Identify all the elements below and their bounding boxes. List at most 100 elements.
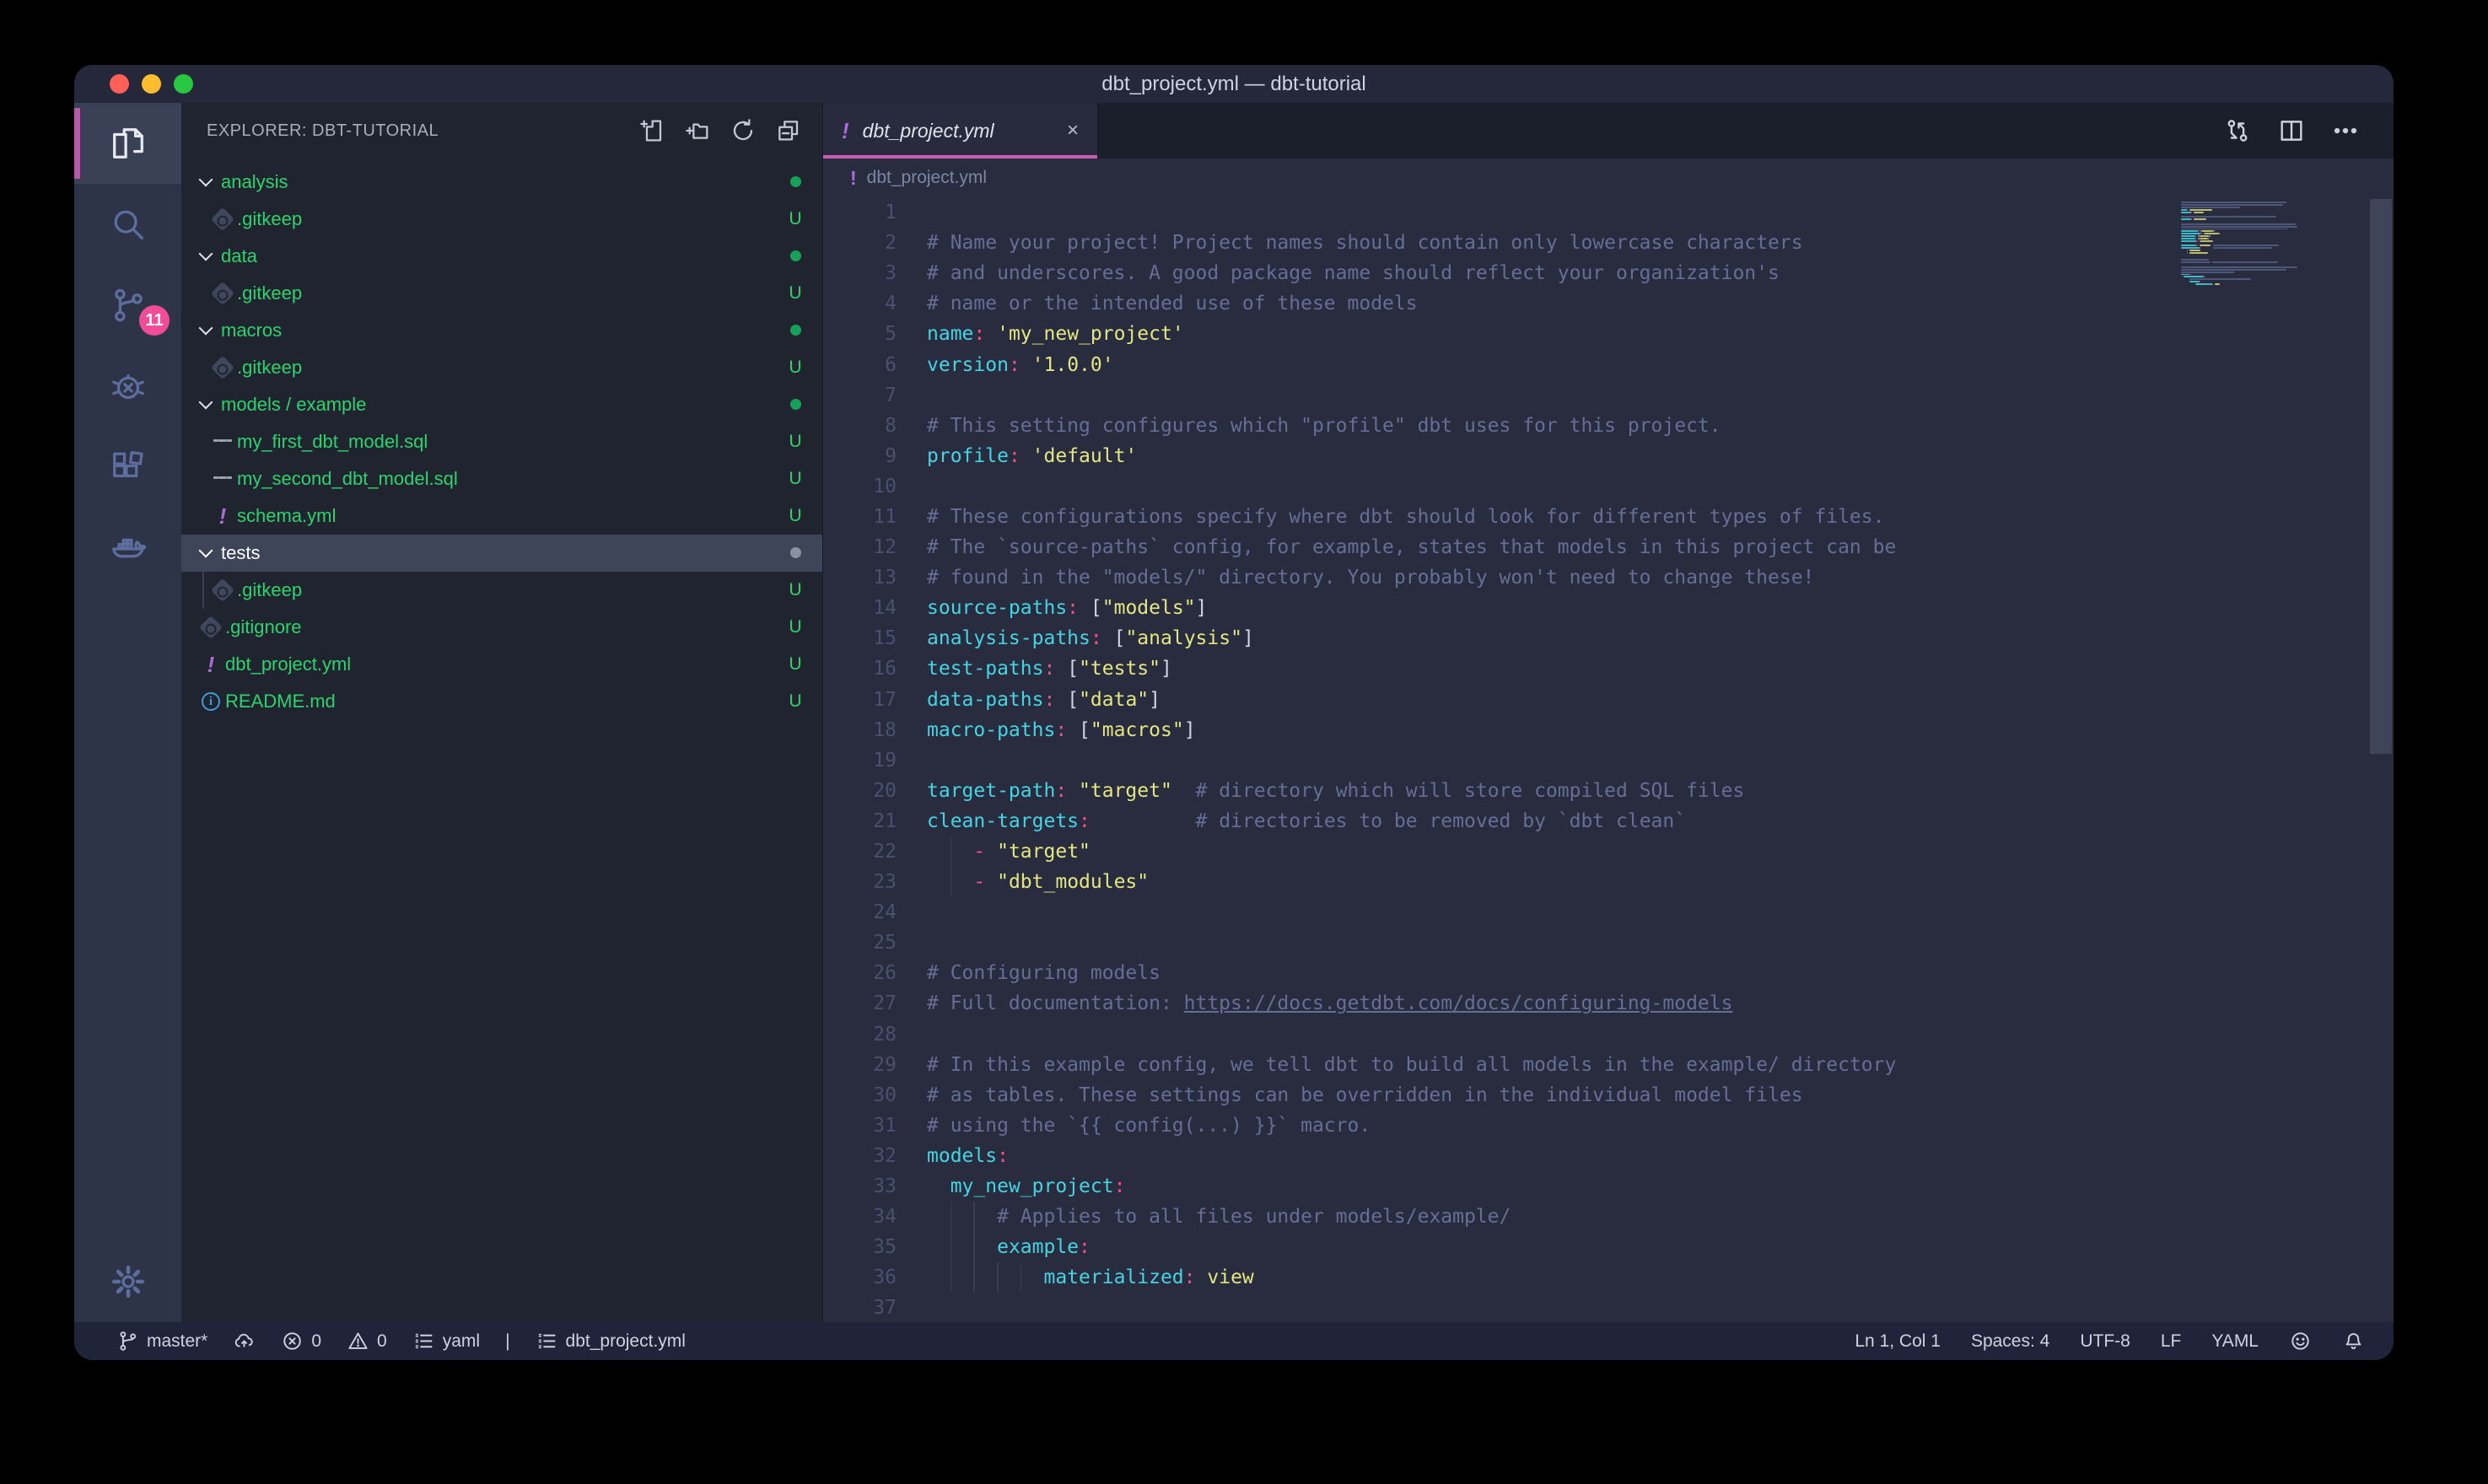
git-untracked-badge: U	[785, 617, 805, 637]
code-line[interactable]: 31# using the `{{ config(...) }}` macro.	[823, 1110, 2174, 1141]
code-line[interactable]: 26# Configuring models	[823, 958, 2174, 988]
indent-guide	[973, 1262, 975, 1293]
code-line[interactable]: 10	[823, 471, 2174, 502]
tree-folder-data[interactable]: data	[181, 238, 822, 275]
minimap[interactable]	[2181, 199, 2365, 288]
status-utf-8[interactable]: UTF-8	[2080, 1331, 2130, 1352]
tree-file--gitignore[interactable]: .gitignoreU	[181, 609, 822, 646]
close-tab-icon[interactable]: ×	[1067, 119, 1079, 142]
code-line[interactable]: 23 - "dbt_modules"	[823, 867, 2174, 897]
code-line[interactable]: 16test-paths: ["tests"]	[823, 653, 2174, 684]
tree-item-label: tests	[221, 542, 785, 564]
line-number: 32	[823, 1145, 897, 1167]
activity-search[interactable]	[74, 184, 181, 265]
line-number: 5	[823, 323, 897, 345]
activity-explorer[interactable]	[74, 103, 181, 184]
tree-file--gitkeep[interactable]: .gitkeepU	[181, 572, 822, 609]
status-lf[interactable]: LF	[2161, 1331, 2182, 1352]
git-file-icon	[211, 578, 234, 602]
code-line[interactable]: 13# found in the "models/" directory. Yo…	[823, 562, 2174, 593]
code-line[interactable]: 3# and underscores. A good package name …	[823, 258, 2174, 288]
line-number: 1	[823, 202, 897, 223]
activity-docker[interactable]	[74, 508, 181, 589]
code-line[interactable]: 4# name or the intended use of these mod…	[823, 288, 2174, 319]
tree-file-schema-yml[interactable]: !schema.ymlU	[181, 497, 822, 535]
tree-folder-tests[interactable]: tests	[181, 535, 822, 572]
tree-folder-macros[interactable]: macros	[181, 312, 822, 349]
tree-item-label: my_first_dbt_model.sql	[237, 431, 785, 453]
status-list-selection[interactable]: yaml	[412, 1330, 480, 1352]
activity-debug[interactable]	[74, 346, 181, 427]
code-line[interactable]: 22 - "target"	[823, 836, 2174, 867]
doc-link[interactable]: https://docs.getdbt.com/docs/configuring…	[1184, 992, 1733, 1014]
more-actions-icon[interactable]	[2331, 116, 2360, 145]
code-line[interactable]: 18macro-paths: ["macros"]	[823, 715, 2174, 745]
collapse-all-icon[interactable]	[775, 117, 802, 144]
tab-dbt-project-yml[interactable]: ! dbt_project.yml ×	[823, 103, 1098, 159]
activity-source-control[interactable]: 11	[74, 265, 181, 346]
code-line[interactable]: 15analysis-paths: ["analysis"]	[823, 623, 2174, 653]
tree-file-dbt-project-yml[interactable]: !dbt_project.ymlU	[181, 646, 822, 683]
new-file-icon[interactable]	[638, 117, 665, 144]
code-line[interactable]: 32models:	[823, 1141, 2174, 1171]
code-line[interactable]: 36 materialized: view	[823, 1262, 2174, 1293]
breadcrumb[interactable]: ! dbt_project.yml	[823, 159, 2394, 197]
status-spaces-4[interactable]: Spaces: 4	[1971, 1331, 2049, 1352]
code-line[interactable]: 17data-paths: ["data"]	[823, 685, 2174, 715]
status-list-selection[interactable]: dbt_project.yml	[536, 1330, 686, 1352]
activity-extensions[interactable]	[74, 427, 181, 508]
open-changes-icon[interactable]	[2223, 116, 2252, 145]
code-line[interactable]: 2# Name your project! Project names shou…	[823, 228, 2174, 258]
code-line[interactable]: 5name: 'my_new_project'	[823, 319, 2174, 349]
close-window-button[interactable]	[110, 74, 129, 94]
code-line[interactable]: 24	[823, 897, 2174, 928]
code-line[interactable]: 7	[823, 380, 2174, 411]
status-bell[interactable]	[2342, 1330, 2365, 1352]
code-line[interactable]: 19	[823, 745, 2174, 776]
code-line[interactable]: 30# as tables. These settings can be ove…	[823, 1080, 2174, 1110]
zoom-window-button[interactable]	[174, 74, 193, 94]
code-line[interactable]: 37	[823, 1293, 2174, 1322]
tree-folder-analysis[interactable]: analysis	[181, 164, 822, 201]
breadcrumb-file[interactable]: dbt_project.yml	[867, 168, 987, 188]
code-editor[interactable]: 1 2# Name your project! Project names sho…	[823, 197, 2394, 1322]
tree-file--gitkeep[interactable]: .gitkeepU	[181, 275, 822, 312]
code-line[interactable]: 35 example:	[823, 1232, 2174, 1262]
status-error-count[interactable]: 0	[281, 1330, 321, 1352]
refresh-icon[interactable]	[730, 117, 757, 144]
editor-scrollbar[interactable]	[2370, 199, 2392, 754]
line-number: 37	[823, 1297, 897, 1319]
code-line[interactable]: 12# The `source-paths` config, for examp…	[823, 532, 2174, 562]
tree-file-readme-md[interactable]: iREADME.mdU	[181, 683, 822, 720]
status-cloud-upload[interactable]	[233, 1330, 256, 1352]
status-warning-count[interactable]: 0	[347, 1330, 387, 1352]
tree-file-my-second-dbt-model-sql[interactable]: my_second_dbt_model.sqlU	[181, 460, 822, 497]
code-line[interactable]: 9profile: 'default'	[823, 441, 2174, 471]
split-editor-icon[interactable]	[2277, 116, 2306, 145]
tree-file--gitkeep[interactable]: .gitkeepU	[181, 349, 822, 386]
status-smiley[interactable]	[2289, 1330, 2312, 1352]
code-line[interactable]: 28	[823, 1019, 2174, 1050]
tree-file--gitkeep[interactable]: .gitkeepU	[181, 201, 822, 238]
status-yaml[interactable]: YAML	[2211, 1331, 2259, 1352]
code-line[interactable]: 34 # Applies to all files under models/e…	[823, 1202, 2174, 1232]
code-line[interactable]: 8# This setting configures which "profil…	[823, 411, 2174, 441]
code-line[interactable]: 27# Full documentation: https://docs.get…	[823, 988, 2174, 1019]
status-ln-1-col-1[interactable]: Ln 1, Col 1	[1855, 1331, 1941, 1352]
code-line[interactable]: 11# These configurations specify where d…	[823, 502, 2174, 532]
code-line[interactable]: 21clean-targets: # directories to be rem…	[823, 806, 2174, 836]
code-line[interactable]: 20target-path: "target" # directory whic…	[823, 776, 2174, 806]
code-line[interactable]: 14source-paths: ["models"]	[823, 593, 2174, 623]
code-line[interactable]: 29# In this example config, we tell dbt …	[823, 1050, 2174, 1080]
tree-folder-models-example[interactable]: models / example	[181, 386, 822, 423]
code-line[interactable]: 6version: '1.0.0'	[823, 349, 2174, 379]
code-line[interactable]: 25	[823, 928, 2174, 958]
line-number: 3	[823, 262, 897, 284]
new-folder-icon[interactable]	[684, 117, 711, 144]
code-line[interactable]: 1	[823, 197, 2174, 228]
status-git-branch[interactable]: master*	[116, 1330, 207, 1352]
code-line[interactable]: 33 my_new_project:	[823, 1171, 2174, 1202]
tree-file-my-first-dbt-model-sql[interactable]: my_first_dbt_model.sqlU	[181, 423, 822, 460]
minimize-window-button[interactable]	[142, 74, 161, 94]
activity-settings[interactable]	[74, 1241, 181, 1322]
